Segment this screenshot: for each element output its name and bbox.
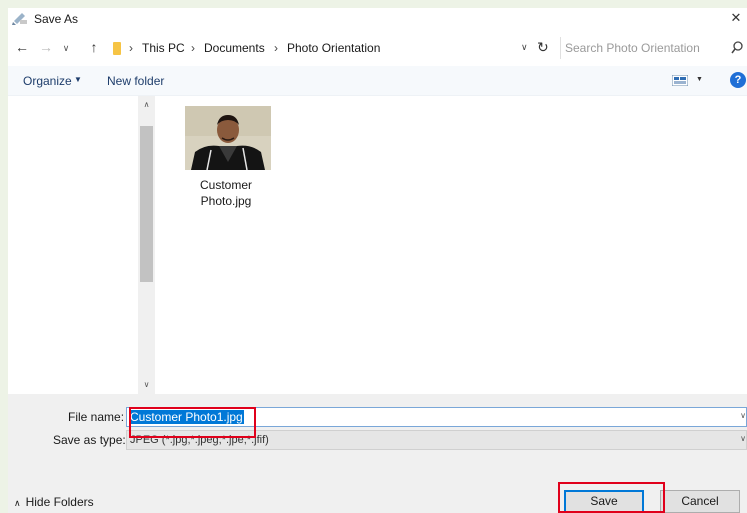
chevron-up-icon: ∧ bbox=[14, 498, 21, 508]
nav-scrollbar[interactable]: ∧ ∨ bbox=[138, 96, 155, 394]
annotation-highlight-filename bbox=[129, 407, 256, 438]
breadcrumb-separator: › bbox=[274, 41, 278, 55]
file-item[interactable]: Customer Photo.jpg bbox=[178, 106, 274, 210]
new-folder-button[interactable]: New folder bbox=[107, 74, 164, 88]
breadcrumb-photo-orientation[interactable]: Photo Orientation bbox=[287, 41, 380, 55]
back-arrow-icon[interactable]: ← bbox=[14, 39, 30, 55]
chevron-up-icon[interactable]: ∧ bbox=[138, 98, 155, 112]
photo-thumbnail bbox=[185, 106, 271, 170]
save-as-dialog: Save As ✕ ← → ∨ ↑ › This PC › Documents … bbox=[8, 8, 747, 513]
file-name-line: Customer bbox=[199, 178, 252, 192]
recent-locations-icon[interactable]: ∨ bbox=[60, 40, 72, 56]
annotation-highlight-save bbox=[558, 482, 665, 513]
cancel-button[interactable]: Cancel bbox=[660, 490, 740, 513]
search-input[interactable]: Search Photo Orientation bbox=[560, 37, 747, 59]
command-toolbar: Organize ▼ New folder ▼ ? bbox=[8, 66, 747, 96]
scrollbar-thumb[interactable] bbox=[140, 126, 153, 282]
folder-icon bbox=[113, 42, 121, 55]
help-icon[interactable]: ? bbox=[730, 72, 746, 88]
hide-folders-label: Hide Folders bbox=[25, 495, 94, 509]
forward-arrow-icon[interactable]: → bbox=[38, 39, 54, 55]
organize-menu[interactable]: Organize bbox=[23, 74, 72, 88]
navigation-pane[interactable] bbox=[8, 96, 138, 394]
file-name-line: Photo.jpg bbox=[200, 194, 252, 208]
file-list-pane[interactable]: Customer Photo.jpg bbox=[155, 96, 747, 394]
chevron-down-icon[interactable]: ∨ bbox=[740, 411, 746, 420]
up-arrow-icon[interactable]: ↑ bbox=[86, 39, 102, 55]
chevron-down-icon[interactable]: ∨ bbox=[521, 42, 528, 53]
file-name-label: File name: bbox=[68, 410, 125, 424]
file-name-label: Customer Photo.jpg bbox=[178, 177, 274, 209]
search-placeholder: Search Photo Orientation bbox=[565, 41, 700, 55]
address-bar[interactable]: › This PC › Documents › Photo Orientatio… bbox=[108, 37, 555, 59]
window-title: Save As bbox=[34, 12, 79, 26]
chevron-down-icon[interactable]: ∨ bbox=[740, 434, 746, 443]
refresh-icon[interactable]: ↻ bbox=[537, 39, 549, 56]
hide-folders-button[interactable]: ∧ Hide Folders bbox=[14, 495, 94, 509]
search-icon[interactable] bbox=[731, 41, 743, 54]
chevron-down-icon[interactable]: ▼ bbox=[74, 75, 82, 84]
breadcrumb-separator: › bbox=[129, 41, 133, 55]
save-as-icon bbox=[12, 13, 27, 25]
chevron-down-icon[interactable]: ▼ bbox=[696, 76, 703, 83]
close-icon[interactable]: ✕ bbox=[725, 8, 747, 30]
address-row: ← → ∨ ↑ › This PC › Documents › Photo Or… bbox=[8, 34, 747, 62]
breadcrumb-documents[interactable]: Documents bbox=[204, 41, 265, 55]
save-as-type-label: Save as type: bbox=[53, 433, 126, 447]
breadcrumb-this-pc[interactable]: This PC bbox=[142, 41, 185, 55]
view-options-icon[interactable] bbox=[672, 75, 688, 86]
chevron-down-icon[interactable]: ∨ bbox=[138, 378, 155, 392]
title-bar: Save As ✕ bbox=[8, 8, 747, 30]
breadcrumb-separator: › bbox=[191, 41, 195, 55]
